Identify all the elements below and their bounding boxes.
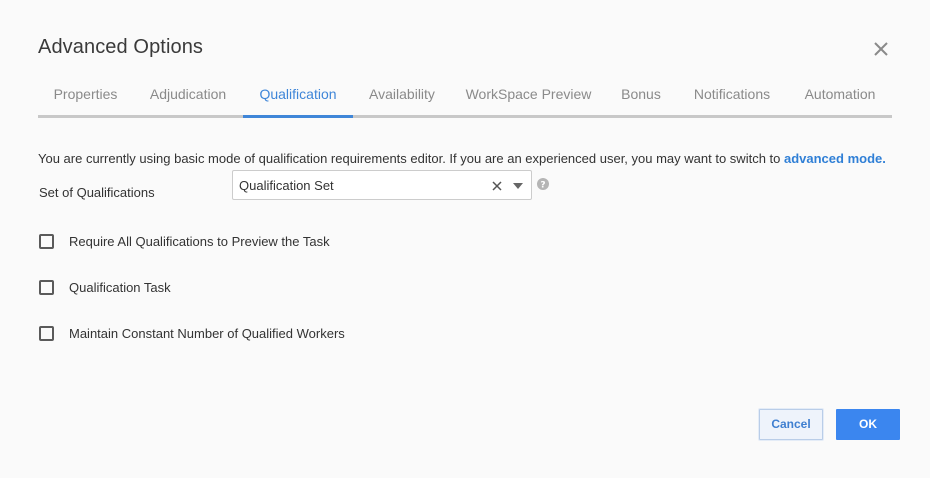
clear-icon[interactable] [491, 180, 503, 192]
qualification-task-label: Qualification Task [69, 280, 171, 295]
active-tab-indicator [243, 115, 353, 118]
advanced-options-dialog: Advanced Options Properties Adjudication… [0, 0, 930, 478]
qualification-set-value: Qualification Set [239, 178, 334, 193]
maintain-constant-workers-option[interactable]: Maintain Constant Number of Qualified Wo… [38, 325, 368, 343]
close-button[interactable] [870, 38, 892, 60]
tab-adjudication[interactable]: Adjudication [133, 76, 243, 118]
tab-properties[interactable]: Properties [38, 76, 133, 118]
ok-button[interactable]: OK [836, 409, 900, 440]
qualification-task-option[interactable]: Qualification Task [38, 279, 198, 297]
chevron-down-icon[interactable] [512, 182, 524, 190]
qualification-task-checkbox[interactable] [39, 280, 54, 295]
qualification-set-select[interactable]: Qualification Set [232, 170, 532, 200]
cancel-button[interactable]: Cancel [759, 409, 823, 440]
dialog-title: Advanced Options [38, 36, 204, 58]
maintain-constant-workers-checkbox[interactable] [39, 326, 54, 341]
tab-notifications[interactable]: Notifications [676, 76, 788, 118]
info-message: You are currently using basic mode of qu… [38, 151, 784, 166]
close-icon [874, 42, 888, 56]
require-all-qualifications-label: Require All Qualifications to Preview th… [69, 234, 330, 249]
maintain-constant-workers-label: Maintain Constant Number of Qualified Wo… [69, 326, 345, 341]
tab-availability[interactable]: Availability [353, 76, 451, 118]
tab-automation[interactable]: Automation [788, 76, 892, 118]
tab-bonus[interactable]: Bonus [606, 76, 676, 118]
tab-workspace-preview[interactable]: WorkSpace Preview [451, 76, 606, 118]
tab-bar: Properties Adjudication Qualification Av… [38, 76, 892, 118]
help-icon[interactable]: ? [537, 178, 549, 190]
set-of-qualifications-label: Set of Qualifications [39, 185, 155, 200]
svg-text:?: ? [540, 181, 545, 191]
info-text: You are currently using basic mode of qu… [38, 151, 886, 166]
tab-qualification[interactable]: Qualification [243, 76, 353, 118]
advanced-mode-link[interactable]: advanced mode. [784, 151, 886, 166]
require-all-qualifications-option[interactable]: Require All Qualifications to Preview th… [38, 233, 358, 251]
require-all-qualifications-checkbox[interactable] [39, 234, 54, 249]
